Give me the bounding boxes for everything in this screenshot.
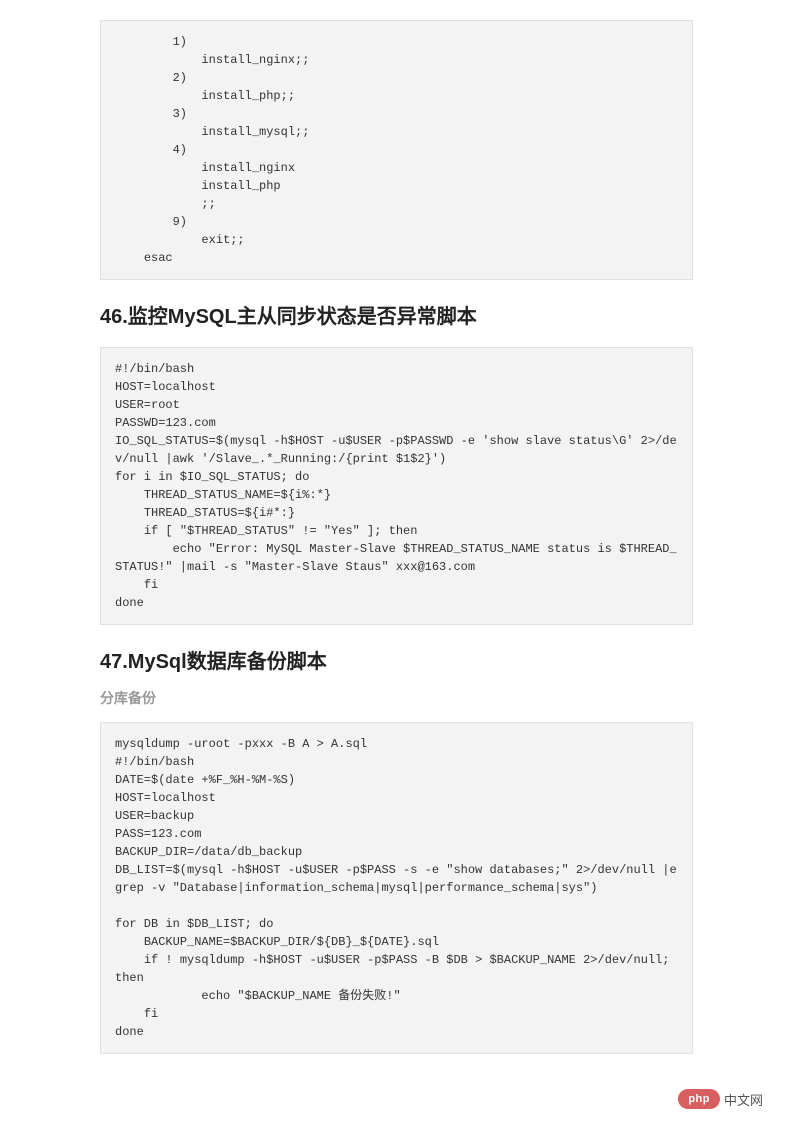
heading-47: 47.MySql数据库备份脚本	[100, 645, 693, 674]
code-block-45-continuation: 1) install_nginx;; 2) install_php;; 3) i…	[100, 20, 693, 280]
code-block-47: mysqldump -uroot -pxxx -B A > A.sql #!/b…	[100, 722, 693, 1054]
footer-logo: php 中文网	[678, 1089, 763, 1109]
document-content: 1) install_nginx;; 2) install_php;; 3) i…	[0, 0, 793, 1094]
subheading-47: 分库备份	[100, 688, 693, 708]
footer-text: 中文网	[724, 1090, 763, 1109]
heading-46: 46.监控MySQL主从同步状态是否异常脚本	[100, 300, 693, 329]
php-badge-icon: php	[678, 1089, 720, 1109]
code-block-46: #!/bin/bash HOST=localhost USER=root PAS…	[100, 347, 693, 625]
